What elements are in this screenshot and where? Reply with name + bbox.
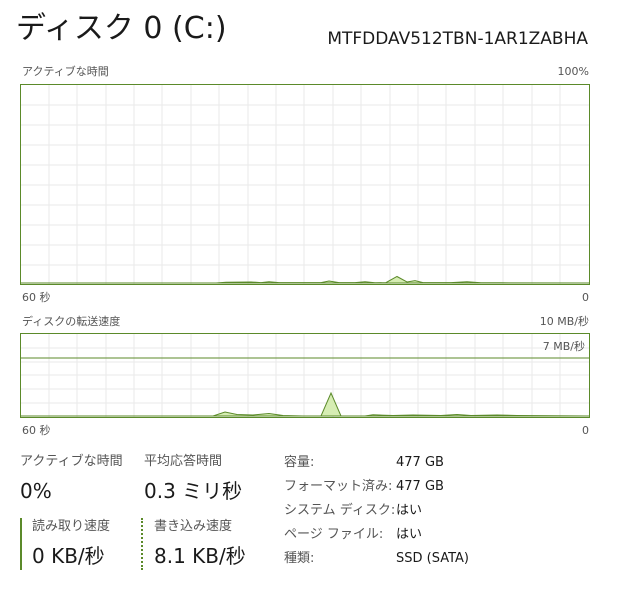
active-time-graph-canvas	[21, 85, 589, 284]
active-time-stat-value: 0%	[20, 479, 52, 503]
transfer-graph-min-label: 0	[582, 424, 589, 437]
active-time-graph	[20, 84, 590, 285]
transfer-rate-graph-grid	[21, 334, 589, 417]
property-label-formatted: フォーマット済み:	[284, 479, 393, 494]
page-title: ディスク 0 (C:)	[16, 11, 227, 46]
active-time-graph-time-label: 60 秒	[22, 291, 51, 304]
property-value-capacity: 477 GB	[396, 455, 444, 470]
property-label-capacity: 容量:	[284, 455, 315, 470]
transfer-graph-max-label: 10 MB/秒	[539, 315, 589, 328]
transfer-graph-label: ディスクの転送速度	[22, 315, 121, 328]
read-speed-stat-value: 0 KB/秒	[32, 544, 105, 568]
property-value-page-file: はい	[396, 527, 423, 542]
disk-model: MTFDDAV512TBN-1AR1ZABHA	[327, 29, 588, 49]
transfer-graph-line-label: 7 MB/秒	[542, 340, 585, 353]
property-value-type: SSD (SATA)	[396, 551, 469, 566]
write-speed-legend-bar	[141, 518, 143, 570]
property-value-formatted: 477 GB	[396, 479, 444, 494]
active-time-graph-grid	[21, 85, 589, 284]
transfer-graph-time-label: 60 秒	[22, 424, 51, 437]
avg-response-stat-label: 平均応答時間	[144, 454, 223, 469]
property-label-system-disk: システム ディスク:	[284, 503, 396, 518]
property-label-page-file: ページ ファイル:	[284, 527, 384, 542]
active-time-stat-label: アクティブな時間	[20, 454, 123, 469]
avg-response-stat-value: 0.3 ミリ秒	[144, 479, 243, 503]
active-time-graph-label: アクティブな時間	[22, 65, 109, 78]
property-value-system-disk: はい	[396, 503, 423, 518]
transfer-rate-graph: 7 MB/秒	[20, 333, 590, 418]
read-speed-legend-bar	[20, 518, 22, 570]
property-label-type: 種類:	[284, 551, 315, 566]
write-speed-stat-value: 8.1 KB/秒	[154, 544, 246, 568]
transfer-rate-graph-canvas	[21, 334, 589, 417]
active-time-graph-max-label: 100%	[557, 65, 589, 78]
write-speed-stat-label: 書き込み速度	[154, 519, 233, 534]
active-time-graph-min-label: 0	[582, 291, 589, 304]
read-speed-stat-label: 読み取り速度	[32, 519, 111, 534]
